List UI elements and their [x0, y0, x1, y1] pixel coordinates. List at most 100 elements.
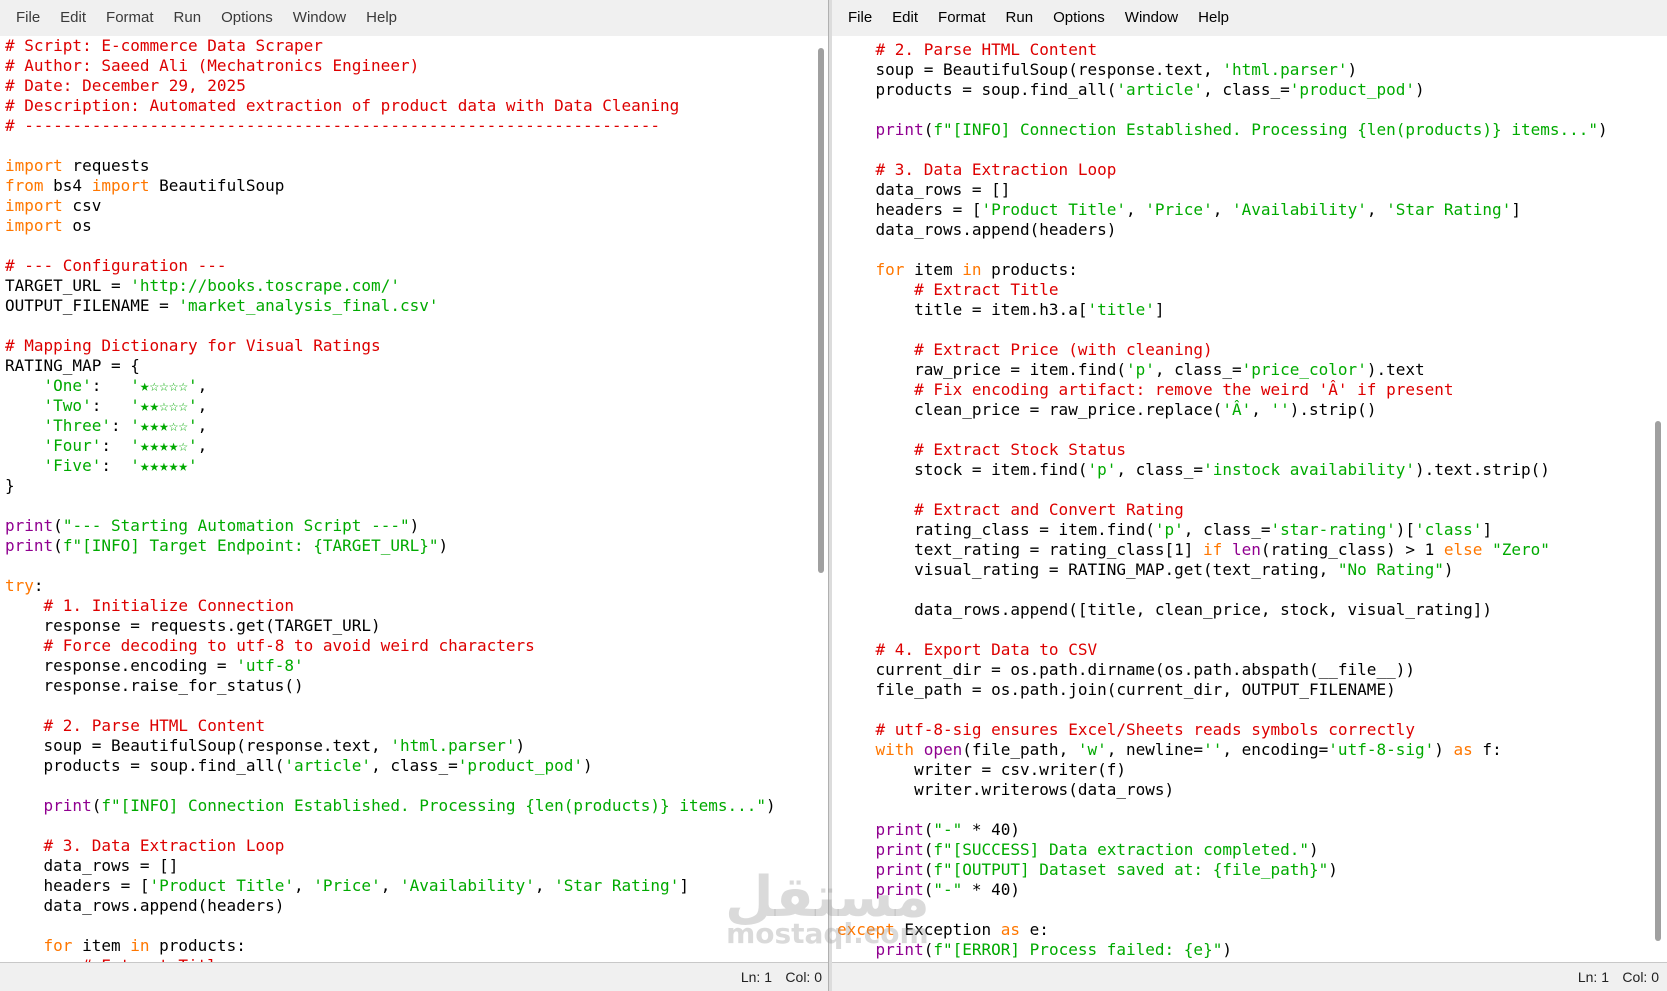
- code-line[interactable]: for item in products:: [5, 936, 776, 956]
- code-line[interactable]: print(f"[SUCCESS] Data extraction comple…: [837, 840, 1608, 860]
- code-line[interactable]: rating_class = item.find('p', class_='st…: [837, 520, 1608, 540]
- menu-help[interactable]: Help: [356, 0, 407, 36]
- code-line[interactable]: print(f"[OUTPUT] Dataset saved at: {file…: [837, 860, 1608, 880]
- code-line[interactable]: text_rating = rating_class[1] if len(rat…: [837, 540, 1608, 560]
- code-line[interactable]: [837, 620, 1608, 640]
- code-line[interactable]: # Date: December 29, 2025: [5, 76, 776, 96]
- menu-window[interactable]: Window: [283, 0, 356, 36]
- code-line[interactable]: [837, 580, 1608, 600]
- code-line[interactable]: [5, 316, 776, 336]
- code-line[interactable]: [837, 140, 1608, 160]
- code-line[interactable]: data_rows.append(headers): [5, 896, 776, 916]
- menu-options[interactable]: Options: [1043, 0, 1115, 36]
- code-line[interactable]: except Exception as e:: [837, 920, 1608, 940]
- code-line[interactable]: print(f"[INFO] Target Endpoint: {TARGET_…: [5, 536, 776, 556]
- code-line[interactable]: # Mapping Dictionary for Visual Ratings: [5, 336, 776, 356]
- code-line[interactable]: [837, 800, 1608, 820]
- vertical-scrollbar[interactable]: [1649, 36, 1667, 963]
- menu-file[interactable]: File: [838, 0, 882, 36]
- code-line[interactable]: }: [5, 476, 776, 496]
- code-line[interactable]: # 3. Data Extraction Loop: [5, 836, 776, 856]
- code-line[interactable]: response = requests.get(TARGET_URL): [5, 616, 776, 636]
- code-line[interactable]: OUTPUT_FILENAME = 'market_analysis_final…: [5, 296, 776, 316]
- code-line[interactable]: file_path = os.path.join(current_dir, OU…: [837, 680, 1608, 700]
- code-line[interactable]: # Extract Price (with cleaning): [837, 340, 1608, 360]
- code-line[interactable]: products = soup.find_all('article', clas…: [837, 80, 1608, 100]
- code-line[interactable]: RATING_MAP = {: [5, 356, 776, 376]
- code-line[interactable]: writer.writerows(data_rows): [837, 780, 1608, 800]
- code-line[interactable]: 'Three': '★★★☆☆',: [5, 416, 776, 436]
- code-line[interactable]: [837, 700, 1608, 720]
- code-line[interactable]: print(f"[INFO] Connection Established. P…: [837, 120, 1608, 140]
- code-line[interactable]: # Description: Automated extraction of p…: [5, 96, 776, 116]
- menu-run[interactable]: Run: [164, 0, 212, 36]
- code-line[interactable]: print(f"[INFO] Connection Established. P…: [5, 796, 776, 816]
- code-line[interactable]: soup = BeautifulSoup(response.text, 'htm…: [5, 736, 776, 756]
- code-line[interactable]: stock = item.find('p', class_='instock a…: [837, 460, 1608, 480]
- menu-format[interactable]: Format: [928, 0, 996, 36]
- code-line[interactable]: try:: [5, 576, 776, 596]
- code-line[interactable]: 'Five': '★★★★★': [5, 456, 776, 476]
- code-line[interactable]: 'Four': '★★★★☆',: [5, 436, 776, 456]
- code-line[interactable]: data_rows = []: [837, 180, 1608, 200]
- scrollbar-thumb[interactable]: [818, 48, 824, 573]
- code-line[interactable]: [5, 236, 776, 256]
- code-line[interactable]: with open(file_path, 'w', newline='', en…: [837, 740, 1608, 760]
- code-line[interactable]: # 3. Data Extraction Loop: [837, 160, 1608, 180]
- code-line[interactable]: [5, 696, 776, 716]
- code-line[interactable]: data_rows = []: [5, 856, 776, 876]
- code-line[interactable]: import os: [5, 216, 776, 236]
- code-line[interactable]: products = soup.find_all('article', clas…: [5, 756, 776, 776]
- code-line[interactable]: headers = ['Product Title', 'Price', 'Av…: [5, 876, 776, 896]
- code-line[interactable]: [5, 916, 776, 936]
- code-line[interactable]: current_dir = os.path.dirname(os.path.ab…: [837, 660, 1608, 680]
- code-line[interactable]: [5, 136, 776, 156]
- code-line[interactable]: # 2. Parse HTML Content: [5, 716, 776, 736]
- code-line[interactable]: [5, 556, 776, 576]
- code-line[interactable]: # Fix encoding artifact: remove the weir…: [837, 380, 1608, 400]
- code-line[interactable]: [837, 420, 1608, 440]
- menu-help[interactable]: Help: [1188, 0, 1239, 36]
- code-line[interactable]: # 2. Parse HTML Content: [837, 40, 1608, 60]
- code-line[interactable]: import csv: [5, 196, 776, 216]
- code-line[interactable]: print("--- Starting Automation Script --…: [5, 516, 776, 536]
- code-text[interactable]: # 2. Parse HTML Content soup = Beautiful…: [837, 40, 1608, 960]
- code-line[interactable]: # 1. Initialize Connection: [5, 596, 776, 616]
- code-line[interactable]: raw_price = item.find('p', class_='price…: [837, 360, 1608, 380]
- code-text[interactable]: # Script: E-commerce Data Scraper # Autho…: [5, 36, 776, 963]
- code-line[interactable]: [5, 816, 776, 836]
- code-line[interactable]: TARGET_URL = 'http://books.toscrape.com/…: [5, 276, 776, 296]
- code-line[interactable]: # --------------------------------------…: [5, 116, 776, 136]
- code-line[interactable]: from bs4 import BeautifulSoup: [5, 176, 776, 196]
- menu-format[interactable]: Format: [96, 0, 164, 36]
- code-line[interactable]: # Extract Title: [837, 280, 1608, 300]
- code-editor[interactable]: # Script: E-commerce Data Scraper # Autho…: [0, 36, 812, 963]
- code-line[interactable]: import requests: [5, 156, 776, 176]
- code-line[interactable]: [837, 480, 1608, 500]
- code-line[interactable]: visual_rating = RATING_MAP.get(text_rati…: [837, 560, 1608, 580]
- code-line[interactable]: data_rows.append(headers): [837, 220, 1608, 240]
- menu-run[interactable]: Run: [996, 0, 1044, 36]
- code-line[interactable]: for item in products:: [837, 260, 1608, 280]
- code-line[interactable]: # Extract and Convert Rating: [837, 500, 1608, 520]
- code-line[interactable]: # Force decoding to utf-8 to avoid weird…: [5, 636, 776, 656]
- code-line[interactable]: # utf-8-sig ensures Excel/Sheets reads s…: [837, 720, 1608, 740]
- code-line[interactable]: print("-" * 40): [837, 820, 1608, 840]
- code-line[interactable]: clean_price = raw_price.replace('Â', '')…: [837, 400, 1608, 420]
- code-line[interactable]: # Script: E-commerce Data Scraper: [5, 36, 776, 56]
- code-line[interactable]: # Author: Saeed Ali (Mechatronics Engine…: [5, 56, 776, 76]
- code-line[interactable]: writer = csv.writer(f): [837, 760, 1608, 780]
- code-line[interactable]: print(f"[ERROR] Process failed: {e}"): [837, 940, 1608, 960]
- menu-edit[interactable]: Edit: [50, 0, 96, 36]
- menu-options[interactable]: Options: [211, 0, 283, 36]
- code-line[interactable]: # --- Configuration ---: [5, 256, 776, 276]
- code-line[interactable]: print("-" * 40): [837, 880, 1608, 900]
- code-line[interactable]: headers = ['Product Title', 'Price', 'Av…: [837, 200, 1608, 220]
- code-line[interactable]: [837, 100, 1608, 120]
- code-line[interactable]: 'One': '★☆☆☆☆',: [5, 376, 776, 396]
- code-line[interactable]: [5, 776, 776, 796]
- code-line[interactable]: data_rows.append([title, clean_price, st…: [837, 600, 1608, 620]
- code-line[interactable]: [837, 320, 1608, 340]
- code-line[interactable]: # Extract Stock Status: [837, 440, 1608, 460]
- scrollbar-thumb[interactable]: [1655, 421, 1661, 941]
